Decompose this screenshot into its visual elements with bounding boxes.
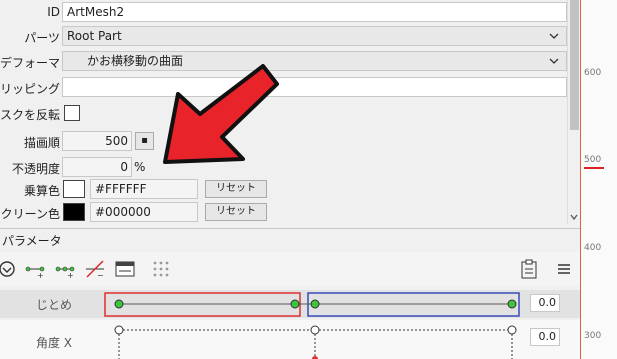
deformer-row: デフォーマ かお横移動の曲面: [0, 51, 567, 73]
draw-order-label: 描画順: [23, 136, 60, 150]
draw-order-button[interactable]: ▪: [135, 132, 154, 150]
clipboard-icon[interactable]: [518, 258, 540, 280]
parts-value: Root Part: [67, 29, 122, 43]
delete-key-icon[interactable]: −: [84, 258, 106, 280]
parameter-row-jitome: じとめ 0.0: [0, 290, 580, 318]
add-three-keys-icon[interactable]: +: [54, 258, 76, 280]
add-key-icon[interactable]: +: [24, 258, 46, 280]
keyframe-point[interactable]: [114, 299, 124, 309]
parameter-panel-header: パラメータ: [0, 228, 580, 248]
grid-dots-icon[interactable]: [150, 258, 172, 280]
screen-reset-button[interactable]: リセット: [205, 203, 267, 221]
multiply-hex-field[interactable]: #FFFFFF: [90, 179, 198, 199]
draw-order-field[interactable]: 500: [62, 131, 132, 151]
keyframe-point[interactable]: [290, 299, 300, 309]
editor-window: ID ArtMesh2 パーツ Root Part デフォーマ かお横移動の曲面…: [0, 0, 617, 359]
ruler-tick-300: 300: [584, 331, 602, 341]
multiply-label: 乗算色: [23, 184, 60, 198]
collapse-circle-icon[interactable]: [0, 258, 18, 280]
opacity-unit: %: [134, 160, 146, 174]
screen-label: スクリーン色: [0, 207, 60, 221]
clipping-label: クリッピング: [0, 82, 60, 96]
opacity-label: 不透明度: [11, 162, 60, 176]
id-label: ID: [47, 5, 60, 19]
keyframe-point[interactable]: [310, 299, 320, 309]
ruler-tick-600: 600: [584, 68, 602, 78]
multiply-reset-button[interactable]: リセット: [205, 180, 267, 198]
chevron-down-icon: [549, 58, 559, 64]
property-panel: ID ArtMesh2 パーツ Root Part デフォーマ かお横移動の曲面…: [0, 0, 567, 224]
ruler-tick-400: 400: [584, 243, 602, 253]
parameter-row-angle-x: 角度 X 0.0: [0, 320, 580, 359]
opacity-row: 不透明度 0 %: [0, 157, 567, 179]
screen-color-swatch[interactable]: [63, 203, 85, 221]
draw-order-row: 描画順 500 ▪: [0, 131, 567, 153]
mask-invert-checkbox[interactable]: [64, 105, 80, 121]
clipping-field[interactable]: [62, 77, 567, 97]
parts-dropdown[interactable]: Root Part: [62, 26, 567, 46]
clipping-row: クリッピング: [0, 77, 567, 99]
keyframe-point[interactable]: [507, 299, 517, 309]
deformer-dropdown[interactable]: かお横移動の曲面: [62, 51, 567, 71]
parameter-window-icon[interactable]: [114, 258, 136, 280]
parameter-value-jitome[interactable]: 0.0: [530, 294, 560, 312]
multiply-color-swatch[interactable]: [63, 180, 85, 198]
parameter-slider-angle-x[interactable]: [100, 320, 530, 359]
parameter-label-jitome: じとめ: [35, 298, 72, 312]
parameter-value-angle-x[interactable]: 0.0: [530, 328, 560, 346]
id-field[interactable]: ArtMesh2: [62, 2, 567, 22]
parameter-toolbar: + + −: [0, 252, 580, 286]
keyframe-point[interactable]: [310, 325, 320, 335]
canvas-ruler: 600 500 400 300: [580, 0, 617, 359]
mask-invert-row: マスクを反転: [0, 103, 567, 125]
id-row: ID ArtMesh2: [0, 2, 567, 24]
svg-text:+: +: [37, 271, 44, 280]
parameter-panel-title: パラメータ: [2, 234, 62, 248]
chevron-down-icon: [549, 33, 559, 39]
keyframe-point[interactable]: [507, 325, 517, 335]
deformer-value: かお横移動の曲面: [87, 54, 184, 68]
svg-text:+: +: [67, 271, 74, 280]
parameter-slider-jitome[interactable]: [100, 290, 530, 318]
ruler-tick-500: 500: [584, 155, 602, 165]
mask-invert-label: マスクを反転: [0, 108, 60, 122]
menu-icon[interactable]: [553, 258, 575, 280]
parts-label: パーツ: [24, 31, 60, 45]
deformer-label: デフォーマ: [0, 56, 60, 70]
svg-text:−: −: [97, 271, 104, 280]
property-scrollbar[interactable]: [567, 0, 580, 224]
screen-row: スクリーン色 #000000 リセット: [0, 202, 567, 224]
opacity-field[interactable]: 0: [62, 157, 132, 177]
screen-hex-field[interactable]: #000000: [90, 202, 198, 222]
parts-row: パーツ Root Part: [0, 26, 567, 48]
parameter-label-angle-x: 角度 X: [35, 336, 72, 350]
scrollbar-thumb[interactable]: [570, 0, 579, 130]
multiply-row: 乗算色 #FFFFFF リセット: [0, 179, 567, 201]
ruler-position-marker: [584, 167, 604, 169]
chevron-down-icon[interactable]: [569, 212, 579, 222]
keyframe-point[interactable]: [114, 325, 124, 335]
